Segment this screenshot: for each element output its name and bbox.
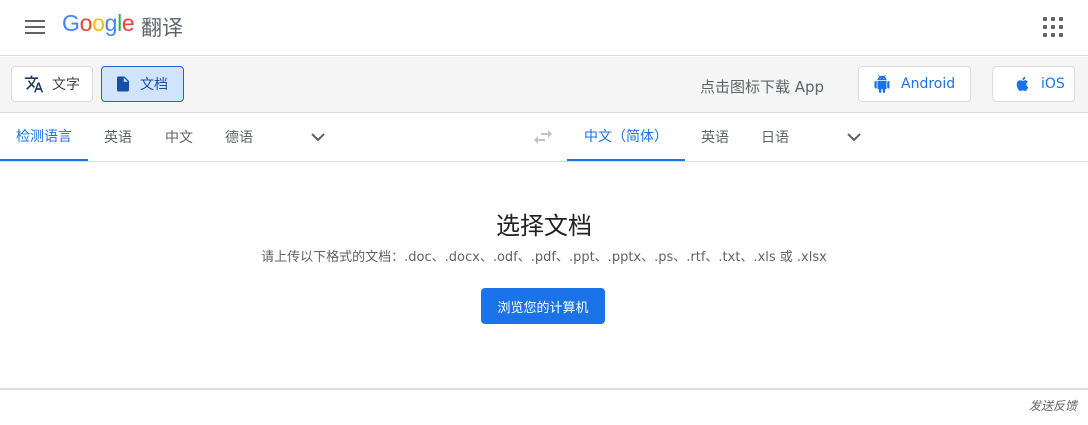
android-button[interactable]: Android <box>858 66 971 102</box>
source-lang-english[interactable]: 英语 <box>88 113 148 161</box>
target-lang-english[interactable]: 英语 <box>685 113 745 161</box>
source-lang-detect[interactable]: 检测语言 <box>0 113 88 161</box>
browse-computer-button[interactable]: 浏览您的计算机 <box>481 288 605 324</box>
chevron-down-icon[interactable] <box>306 125 330 149</box>
ios-button[interactable]: iOS <box>992 66 1075 102</box>
android-label: Android <box>901 76 956 92</box>
text-mode-label: 文字 <box>52 77 80 93</box>
source-lang-german[interactable]: 德语 <box>209 113 269 161</box>
apple-icon <box>1016 76 1029 92</box>
translate-icon <box>24 75 44 93</box>
document-mode-button[interactable]: 文档 <box>101 66 184 102</box>
language-bar: 检测语言 英语 中文 德语 中文（简体） 英语 日语 <box>0 113 1088 162</box>
target-lang-chinese-simplified[interactable]: 中文（简体） <box>567 113 685 161</box>
ios-label: iOS <box>1041 76 1065 92</box>
document-icon <box>117 76 129 92</box>
supported-formats-text: 请上传以下格式的文档：.doc、.docx、.odf、.pdf、.ppt、.pp… <box>261 250 827 265</box>
menu-icon[interactable] <box>23 15 47 39</box>
download-app-text: 点击图标下载 App <box>700 78 825 96</box>
source-lang-chinese[interactable]: 中文 <box>149 113 209 161</box>
swap-languages-icon[interactable] <box>531 125 555 149</box>
product-name[interactable]: 翻译 <box>141 12 183 42</box>
send-feedback-link[interactable]: 发送反馈 <box>1029 397 1077 414</box>
footer-divider <box>0 388 1088 390</box>
apps-grid-icon[interactable] <box>1041 15 1065 39</box>
text-mode-button[interactable]: 文字 <box>11 66 93 102</box>
document-mode-label: 文档 <box>140 77 168 93</box>
top-bar: Google 翻译 <box>0 0 1088 56</box>
target-lang-japanese[interactable]: 日语 <box>745 113 805 161</box>
document-upload-panel: 选择文档 请上传以下格式的文档：.doc、.docx、.odf、.pdf、.pp… <box>0 162 1088 388</box>
google-logo[interactable]: Google <box>62 10 135 37</box>
mode-bar: 文字 文档 点击图标下载 App Android iOS <box>0 57 1088 113</box>
android-icon <box>874 75 890 93</box>
chevron-down-icon[interactable] <box>842 125 866 149</box>
page-title: 选择文档 <box>496 212 592 240</box>
